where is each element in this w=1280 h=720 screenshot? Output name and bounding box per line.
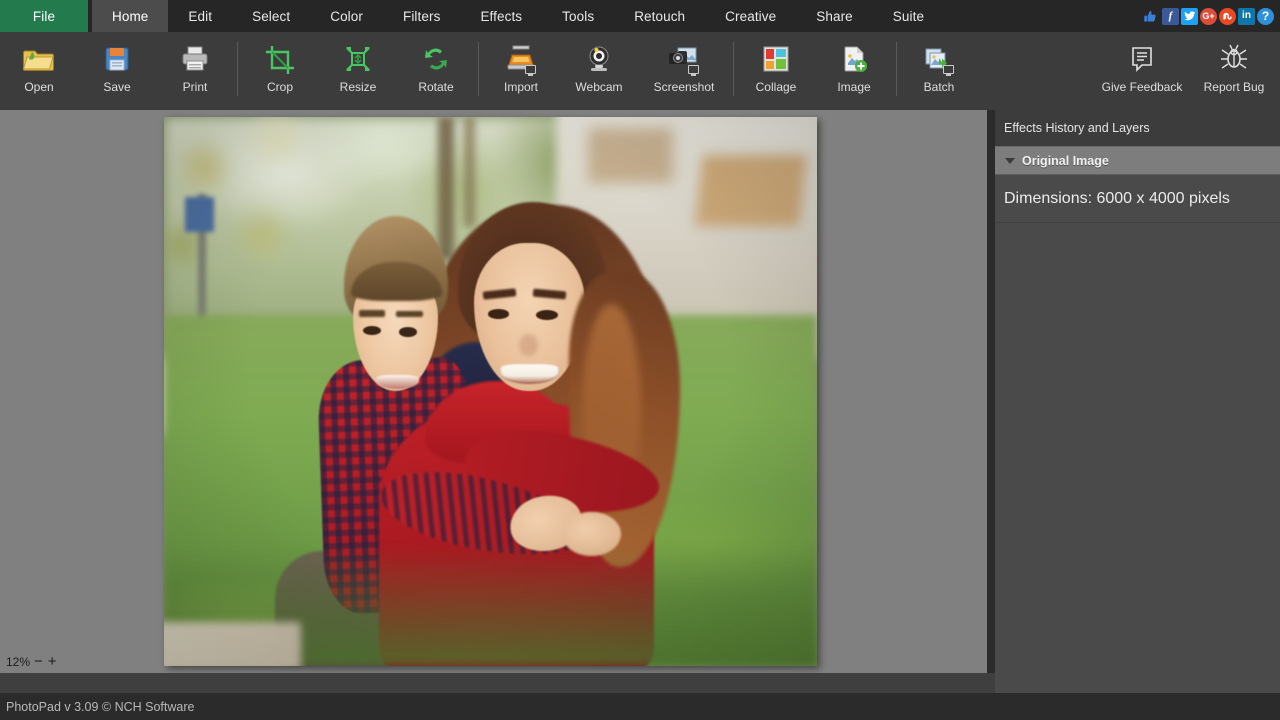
image-dimensions-row: Dimensions: 6000 x 4000 pixels — [995, 175, 1280, 223]
menu-tab-retouch[interactable]: Retouch — [614, 0, 705, 32]
help-icon[interactable]: ? — [1257, 8, 1274, 25]
canvas-bottom-band — [0, 673, 995, 693]
layer-section-original-image[interactable]: Original Image — [995, 146, 1280, 175]
resize-arrows-icon — [341, 43, 375, 75]
stumbleupon-icon[interactable] — [1219, 8, 1236, 25]
photo-content — [164, 117, 817, 666]
toolbar-label-print: Print — [183, 80, 208, 94]
toolbar-label-report-bug: Report Bug — [1204, 80, 1265, 94]
status-bar: PhotoPad v 3.09 © NCH Software — [0, 693, 1280, 720]
toolbar-button-print[interactable]: Print — [156, 36, 234, 106]
toolbar-separator — [733, 42, 734, 96]
zoom-out-button[interactable]: − — [33, 654, 44, 669]
toolbar-button-rotate[interactable]: Rotate — [397, 36, 475, 106]
toolbar-label-batch: Batch — [924, 80, 955, 94]
menu-tab-suite[interactable]: Suite — [873, 0, 944, 32]
google-plus-icon[interactable]: G+ — [1200, 8, 1217, 25]
thumbs-up-icon[interactable] — [1141, 8, 1160, 25]
menu-tab-share[interactable]: Share — [796, 0, 873, 32]
twitter-icon[interactable] — [1181, 8, 1198, 25]
toolbar-label-rotate: Rotate — [418, 80, 453, 94]
batch-stack-icon — [922, 43, 956, 75]
zoom-level-label: 12% — [6, 655, 30, 669]
toolbar-button-report-bug[interactable]: Report Bug — [1188, 36, 1280, 106]
zoom-control[interactable]: 12% − + — [6, 654, 58, 669]
toolbar-separator — [237, 42, 238, 96]
menu-tab-creative[interactable]: Creative — [705, 0, 796, 32]
toolbar-label-resize: Resize — [340, 80, 377, 94]
toolbar-button-collage[interactable]: Collage — [737, 36, 815, 106]
menu-tab-effects[interactable]: Effects — [460, 0, 542, 32]
toolbar-button-save[interactable]: Save — [78, 36, 156, 106]
scanner-icon — [504, 43, 538, 75]
floppy-disk-icon — [100, 43, 134, 75]
rotate-icon — [419, 43, 453, 75]
mini-screen-badge-icon — [525, 65, 536, 74]
chevron-down-icon[interactable] — [1005, 158, 1015, 164]
toolbar-button-resize[interactable]: Resize — [319, 36, 397, 106]
social-links: f G+ in ? — [1141, 0, 1280, 32]
toolbar-label-screenshot: Screenshot — [654, 80, 715, 94]
toolbar-label-image: Image — [837, 80, 870, 94]
collage-squares-icon — [759, 43, 793, 75]
menu-tab-color[interactable]: Color — [310, 0, 383, 32]
mini-screen-badge-icon — [688, 65, 699, 74]
mini-screen-badge-icon — [943, 65, 954, 74]
menu-tab-filters[interactable]: Filters — [383, 0, 460, 32]
toolbar-button-give-feedback[interactable]: Give Feedback — [1096, 36, 1188, 106]
toolbar-button-batch[interactable]: Batch — [900, 36, 978, 106]
menu-spacer — [944, 0, 1141, 32]
effects-history-panel: Effects History and Layers Original Imag… — [995, 110, 1280, 720]
toolbar-label-import: Import — [504, 80, 538, 94]
toolbar-button-image[interactable]: Image — [815, 36, 893, 106]
toolbar-button-import[interactable]: Import — [482, 36, 560, 106]
layer-section-label: Original Image — [1022, 154, 1109, 168]
toolbar-button-webcam[interactable]: Webcam — [560, 36, 638, 106]
menu-tab-home[interactable]: Home — [92, 0, 168, 32]
toolbar-button-open[interactable]: Open — [0, 36, 78, 106]
bug-icon — [1217, 43, 1251, 75]
canvas-area[interactable]: 12% − + — [0, 110, 987, 673]
linkedin-icon[interactable]: in — [1238, 8, 1255, 25]
status-bar-text: PhotoPad v 3.09 © NCH Software — [6, 700, 194, 714]
webcam-icon — [582, 43, 616, 75]
toolbar-separator — [896, 42, 897, 96]
toolbar: Open Save Print — [0, 32, 1280, 110]
toolbar-label-webcam: Webcam — [575, 80, 622, 94]
printer-icon — [178, 43, 212, 75]
menu-tab-tools[interactable]: Tools — [542, 0, 614, 32]
toolbar-label-crop: Crop — [267, 80, 293, 94]
toolbar-button-screenshot[interactable]: Screenshot — [638, 36, 730, 106]
menu-tab-edit[interactable]: Edit — [168, 0, 232, 32]
effects-history-panel-title: Effects History and Layers — [995, 110, 1280, 146]
toolbar-separator — [478, 42, 479, 96]
open-folder-icon — [22, 43, 56, 75]
toolbar-label-save: Save — [103, 80, 130, 94]
toolbar-label-open: Open — [24, 80, 53, 94]
facebook-icon[interactable]: f — [1162, 8, 1179, 25]
screenshot-camera-icon — [667, 43, 701, 75]
toolbar-label-collage: Collage — [756, 80, 797, 94]
menu-tab-select[interactable]: Select — [232, 0, 310, 32]
feedback-bubble-icon — [1125, 43, 1159, 75]
toolbar-button-crop[interactable]: Crop — [241, 36, 319, 106]
menu-bar: File Home Edit Select Color Filters Effe… — [0, 0, 1280, 32]
zoom-in-button[interactable]: + — [47, 654, 58, 669]
menu-tab-file[interactable]: File — [0, 0, 88, 32]
image-add-icon — [837, 43, 871, 75]
image-canvas[interactable] — [164, 117, 817, 666]
toolbar-label-give-feedback: Give Feedback — [1102, 80, 1183, 94]
crop-icon — [263, 43, 297, 75]
